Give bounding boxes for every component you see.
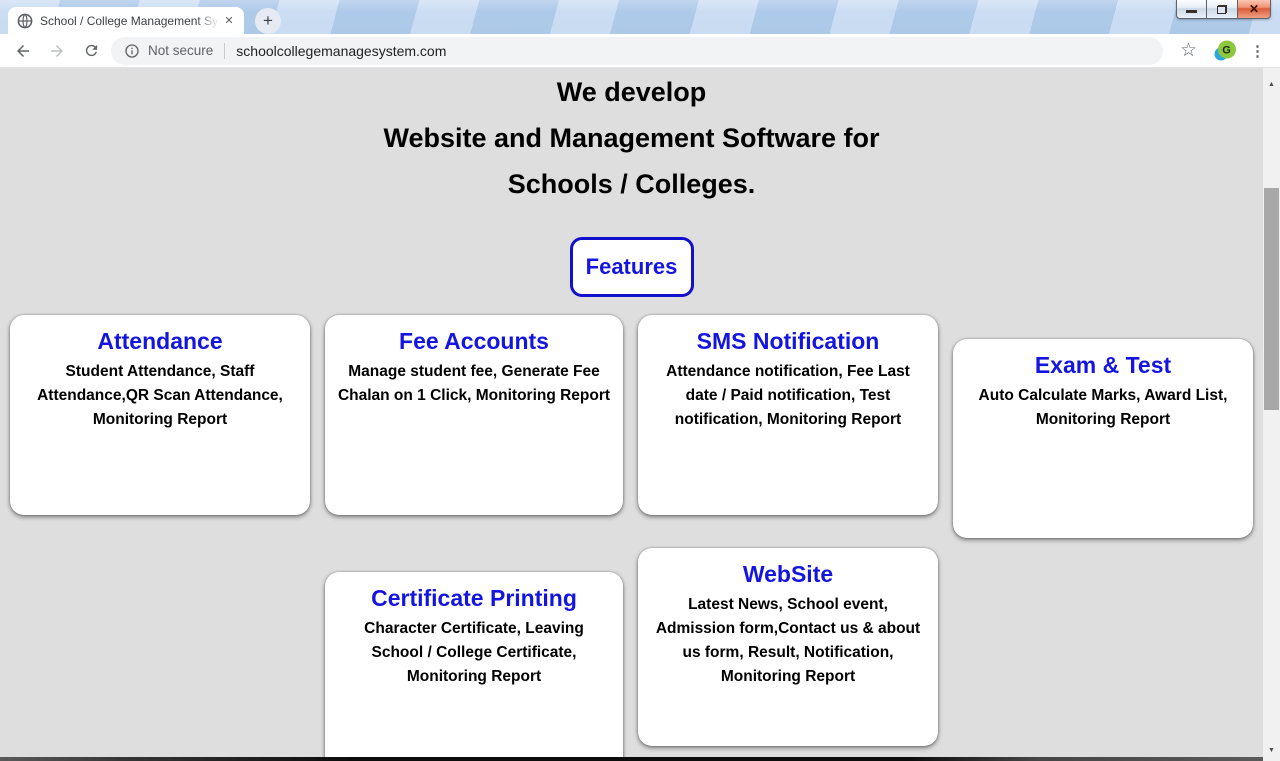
svg-text:G: G [1222, 44, 1231, 56]
browser-window: School / College Management Sy ✕ + ✕ Not… [0, 0, 1280, 761]
tab-strip: School / College Management Sy ✕ + ✕ [0, 0, 1280, 34]
heading-line-1: We develop [0, 69, 1263, 115]
card-title: Attendance [22, 328, 298, 355]
scroll-down-icon[interactable]: ▼ [1263, 742, 1280, 759]
profile-avatar[interactable]: G [1213, 39, 1237, 63]
card-title: Exam & Test [965, 352, 1241, 379]
feature-card-fee-accounts[interactable]: Fee Accounts Manage student fee, Generat… [325, 315, 623, 515]
forward-button[interactable] [43, 37, 71, 65]
page-content: We develop Website and Management Softwa… [0, 68, 1263, 297]
info-icon[interactable] [124, 43, 140, 59]
page-viewport: We develop Website and Management Softwa… [0, 68, 1280, 761]
card-body: Student Attendance, Staff Attendance,QR … [22, 360, 298, 432]
scroll-up-icon[interactable]: ▲ [1263, 76, 1280, 93]
features-button[interactable]: Features [570, 237, 694, 297]
address-bar[interactable]: Not secure schoolcollegemanagesystem.com [111, 37, 1163, 65]
tab-close-icon[interactable]: ✕ [221, 13, 237, 29]
feature-card-sms-notification[interactable]: SMS Notification Attendance notification… [638, 315, 938, 515]
card-body: Auto Calculate Marks, Award List, Monito… [965, 384, 1241, 432]
chrome-menu-icon[interactable]: ⋮ [1250, 42, 1265, 60]
bookmark-star-icon[interactable]: ☆ [1180, 39, 1197, 62]
omnibox-divider [224, 43, 225, 59]
close-icon: ✕ [1249, 3, 1259, 15]
feature-card-website[interactable]: WebSite Latest News, School event, Admis… [638, 548, 938, 746]
page-bottom-dark-strip [0, 757, 1263, 761]
tab-title: School / College Management Sy [40, 14, 221, 28]
browser-toolbar: Not secure schoolcollegemanagesystem.com… [0, 34, 1280, 68]
window-controls: ✕ [1176, 0, 1271, 19]
scrollbar-thumb[interactable] [1264, 188, 1279, 410]
card-title: SMS Notification [650, 328, 926, 355]
feature-card-certificate-printing[interactable]: Certificate Printing Character Certifica… [325, 572, 623, 761]
forward-icon [48, 42, 66, 60]
card-body: Character Certificate, Leaving School / … [337, 617, 611, 689]
card-title: WebSite [650, 561, 926, 588]
heading-line-2: Website and Management Software for [0, 115, 1263, 161]
card-body: Manage student fee, Generate Fee Chalan … [337, 360, 611, 408]
url-text: schoolcollegemanagesystem.com [236, 43, 446, 59]
reload-button[interactable] [77, 37, 105, 65]
card-body: Latest News, School event, Admission for… [650, 593, 926, 689]
page-heading: We develop Website and Management Softwa… [0, 68, 1263, 207]
back-button[interactable] [9, 37, 37, 65]
heading-line-3: Schools / Colleges. [0, 161, 1263, 207]
restore-icon [1217, 5, 1227, 14]
not-secure-label: Not secure [148, 43, 213, 58]
minimize-button[interactable] [1176, 0, 1207, 19]
back-icon [14, 42, 32, 60]
card-title: Certificate Printing [337, 585, 611, 612]
new-tab-button[interactable]: + [255, 8, 281, 34]
card-title: Fee Accounts [337, 328, 611, 355]
close-button[interactable]: ✕ [1238, 0, 1271, 19]
globe-favicon-icon [17, 13, 33, 29]
feature-card-exam-test[interactable]: Exam & Test Auto Calculate Marks, Award … [953, 339, 1253, 538]
restore-button[interactable] [1207, 0, 1238, 19]
feature-card-attendance[interactable]: Attendance Student Attendance, Staff Att… [10, 315, 310, 515]
card-body: Attendance notification, Fee Last date /… [650, 360, 926, 432]
reload-icon [83, 42, 100, 59]
vertical-scrollbar[interactable]: ▲ ▼ [1263, 68, 1280, 761]
browser-tab[interactable]: School / College Management Sy ✕ [8, 7, 244, 34]
minimize-icon [1186, 10, 1197, 13]
